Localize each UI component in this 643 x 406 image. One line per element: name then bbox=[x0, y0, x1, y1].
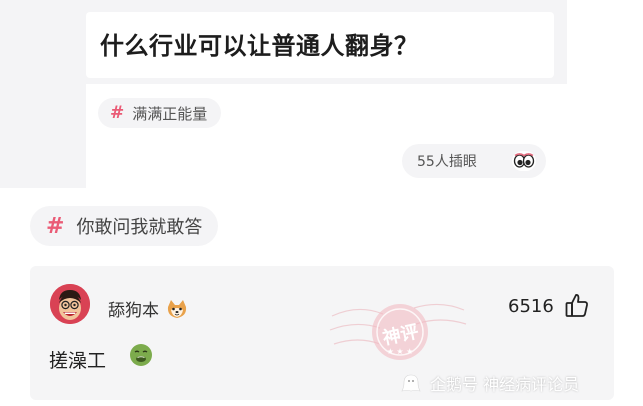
hash-icon: # bbox=[46, 213, 65, 239]
views-label: 55人插眼 bbox=[417, 154, 477, 170]
nauseated-face-emoji-icon bbox=[129, 343, 153, 367]
penguin-logo-icon bbox=[400, 373, 422, 393]
topic-tag[interactable]: # 你敢问我就敢答 bbox=[30, 206, 219, 246]
like-count: 6516 bbox=[508, 296, 554, 317]
question-meta: # 满满正能量 55人插眼 bbox=[86, 84, 567, 188]
views-button[interactable]: 55人插眼 bbox=[402, 144, 546, 178]
question-tag-label: 满满正能量 bbox=[132, 104, 208, 123]
question-title[interactable]: 什么行业可以让普通人翻身？ bbox=[100, 26, 419, 61]
avatar[interactable] bbox=[50, 284, 90, 324]
username[interactable]: 舔狗本 bbox=[108, 296, 188, 321]
question-area: 什么行业可以让普通人翻身？ # 满满正能量 55人插眼 bbox=[0, 0, 567, 188]
watermark-source: 企鹅号 神经病评论员 bbox=[400, 371, 579, 395]
shiba-emoji-icon bbox=[168, 300, 187, 318]
comment-text: 搓澡工 bbox=[49, 350, 107, 372]
thumbs-up-icon[interactable] bbox=[564, 292, 590, 318]
hash-icon: # bbox=[110, 103, 125, 123]
eyes-icon bbox=[512, 151, 536, 171]
topic-label: 你敢问我就敢答 bbox=[76, 217, 203, 238]
watermark-source-text: 企鹅号 神经病评论员 bbox=[430, 375, 580, 394]
username-text: 舔狗本 bbox=[108, 301, 159, 321]
question-tag[interactable]: # 满满正能量 bbox=[98, 98, 222, 128]
question-card[interactable]: 什么行业可以让普通人翻身？ bbox=[86, 12, 554, 78]
